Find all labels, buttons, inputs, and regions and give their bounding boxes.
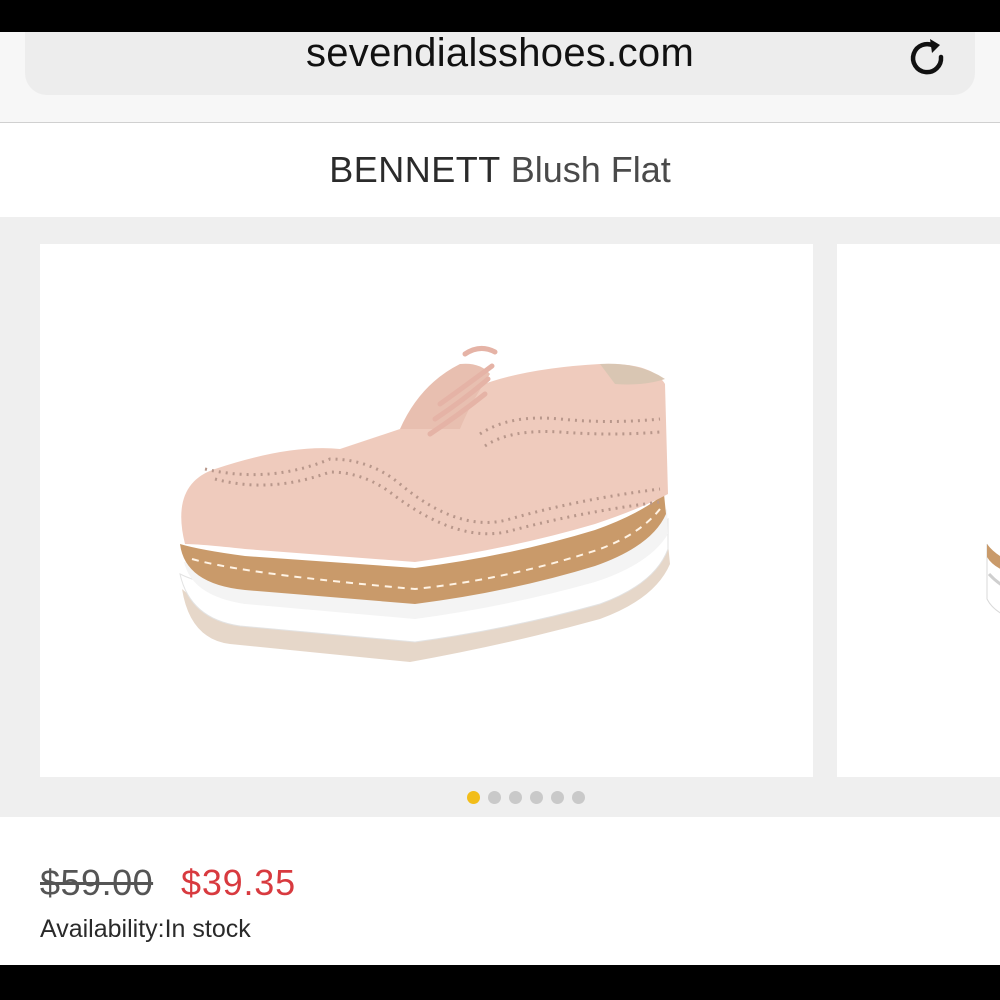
pagination-dot[interactable]: [530, 791, 543, 804]
availability-text: Availability:In stock: [40, 915, 251, 943]
sale-price: $39.35: [181, 862, 296, 903]
product-title: BENNETT Blush Flat: [0, 123, 1000, 217]
url-text[interactable]: sevendialsshoes.com: [25, 32, 975, 76]
pagination-dot[interactable]: [467, 791, 480, 804]
gallery-pagination: [0, 791, 1000, 805]
reload-icon[interactable]: [905, 36, 951, 82]
pagination-dot[interactable]: [551, 791, 564, 804]
page: sevendialsshoes.com BENNETT Blush Flat $…: [0, 32, 1000, 965]
price-section: $59.00 $39.35 Availability:In stock: [0, 817, 1000, 965]
gallery-slide-next[interactable]: [837, 244, 1000, 777]
product-brand: BENNETT: [329, 149, 501, 190]
pagination-dot[interactable]: [572, 791, 585, 804]
address-bar[interactable]: sevendialsshoes.com: [25, 32, 975, 95]
shoe-image-partial: [986, 543, 1000, 614]
gallery-slide-active[interactable]: [40, 244, 813, 777]
browser-chrome: sevendialsshoes.com: [0, 32, 1000, 122]
product-name: Blush Flat: [510, 149, 671, 190]
pagination-dot[interactable]: [509, 791, 522, 804]
original-price: $59.00: [40, 862, 154, 903]
shoe-image: [179, 346, 670, 662]
image-gallery[interactable]: [0, 217, 1000, 817]
pagination-dot[interactable]: [488, 791, 501, 804]
